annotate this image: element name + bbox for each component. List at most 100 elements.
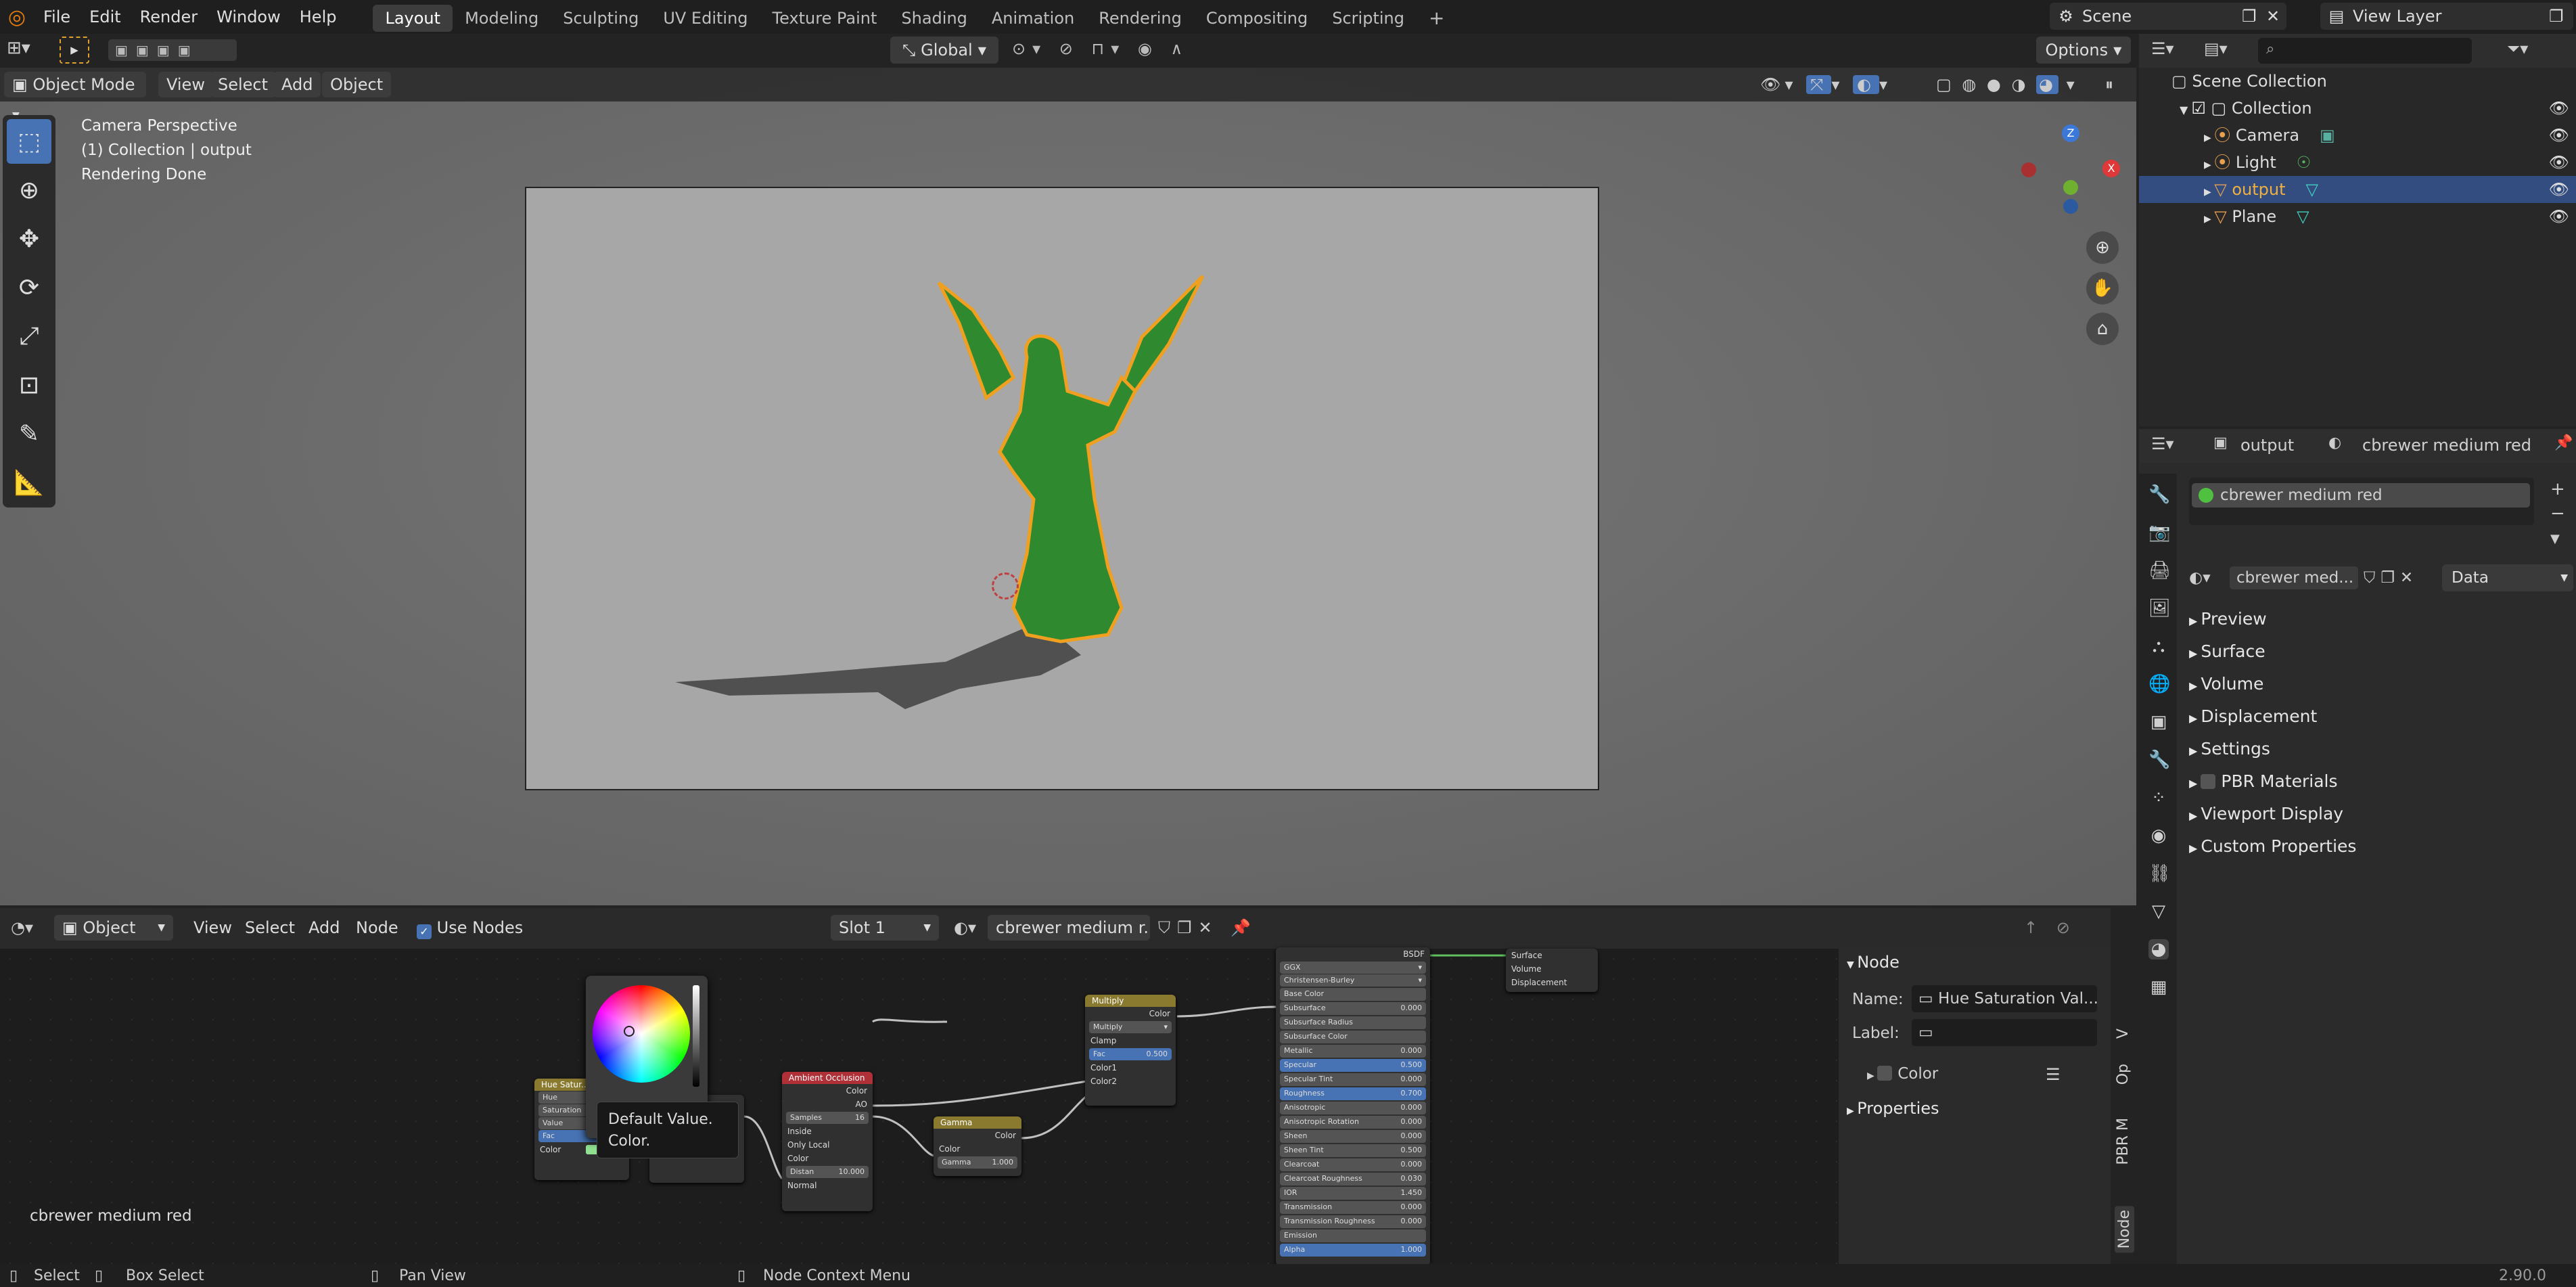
sidebar-tab-op[interactable]: Op	[2115, 1064, 2132, 1085]
output-tab-icon[interactable]: 🖨	[2148, 560, 2171, 581]
ambient-occlusion-node[interactable]: Ambient Occlusion Color AO Samples 16 Ins…	[782, 1072, 873, 1211]
selection-mode-icons[interactable]: ▣▣▣▣	[108, 39, 237, 61]
node-input-color[interactable]: Color	[934, 1142, 1021, 1156]
node-checkbox-inside[interactable]: Inside	[782, 1125, 873, 1138]
node-output-color[interactable]: Color	[782, 1084, 873, 1098]
slot-specials-icon[interactable]: ▼	[2550, 532, 2560, 546]
3d-cursor-icon[interactable]	[992, 572, 1019, 600]
scene-tab-icon[interactable]: ⛬	[2148, 636, 2169, 656]
bsdf-field-transmission[interactable]: Transmission 0.000	[1280, 1201, 1426, 1214]
visibility-icons[interactable]: 👁▾ ⤧ ▾ ◐ ▾	[1752, 72, 1900, 97]
material-output-node[interactable]: Surface Volume Displacement	[1506, 949, 1598, 992]
node-editor-type-icon[interactable]: ◔▾	[3, 915, 41, 941]
tab-modeling[interactable]: Modeling	[453, 5, 551, 32]
node-output-bsdf[interactable]: BSDF	[1276, 947, 1430, 961]
sidebar-tab-node[interactable]: Node	[2115, 1206, 2134, 1253]
expand-right-icon[interactable]: ▶	[2204, 187, 2214, 198]
bsdf-field-subsurface-radius[interactable]: Subsurface Radius	[1280, 1016, 1426, 1029]
bsdf-field-clearcoat-roughness[interactable]: Clearcoat Roughness 0.030	[1280, 1173, 1426, 1186]
slot-dropdown[interactable]: Slot 1 ▼	[831, 915, 939, 941]
bsdf-field-ior[interactable]: IOR 1.450	[1280, 1187, 1426, 1200]
color-wheel[interactable]	[593, 985, 690, 1083]
node-checkbox-only-local[interactable]: Only Local	[782, 1138, 873, 1152]
bsdf-field-emission[interactable]: Emission	[1280, 1229, 1426, 1242]
node-header-right-icons[interactable]: ↑ ⊘ ⊓▾	[2016, 915, 2111, 963]
panel-pbr-materials[interactable]: ▶ PBR Materials	[2189, 771, 2338, 791]
pan-hand-icon[interactable]: ✋	[2086, 272, 2119, 304]
tab-animation[interactable]: Animation	[980, 5, 1086, 32]
blender-logo-icon[interactable]: ◎	[0, 0, 34, 34]
outliner-row-light[interactable]: ▶ ⦿ Light ☉ 👁	[2139, 149, 2576, 176]
options-dropdown[interactable]: Options ▼	[2036, 37, 2131, 64]
menu-select[interactable]: Select	[237, 915, 303, 941]
select-box-tool-icon[interactable]: ⬚	[7, 119, 51, 164]
panel-preview[interactable]: ▶ Preview	[2189, 609, 2267, 629]
eye-icon[interactable]: 👁	[2549, 149, 2569, 176]
transform-tool-icon[interactable]: ⊡	[7, 363, 51, 407]
tool-tab-icon[interactable]: 🔧	[2148, 484, 2170, 505]
color-subpanel[interactable]: ▶ Color	[1867, 1065, 1938, 1083]
outliner-row-output[interactable]: ▶ ▽ output ▽ 👁	[2139, 176, 2576, 203]
eye-icon[interactable]: 👁	[2549, 176, 2569, 203]
panel-viewport-display[interactable]: ▶ Viewport Display	[2189, 804, 2343, 823]
material-datablock[interactable]: ◐▾ cbrewer med... ⛉ ❐ ✕	[2189, 564, 2426, 591]
bsdf-field-metallic[interactable]: Metallic 0.000	[1280, 1045, 1426, 1058]
node-input-color[interactable]: Color	[782, 1152, 873, 1165]
node-input-color1[interactable]: Color1	[1085, 1061, 1176, 1075]
bsdf-field-alpha[interactable]: Alpha 1.000	[1280, 1244, 1426, 1257]
material-tab-icon[interactable]: ◕	[2148, 939, 2169, 959]
menu-object[interactable]: Object	[322, 72, 392, 97]
expand-right-icon[interactable]: ▶	[2204, 160, 2214, 171]
constraints-tab-icon[interactable]: ⛓	[2148, 863, 2171, 884]
tab-shading[interactable]: Shading	[889, 5, 980, 32]
node-output-ao[interactable]: AO	[782, 1098, 873, 1111]
material-browse-icon[interactable]: ◐▾	[2189, 569, 2230, 587]
node-input-volume[interactable]: Volume	[1506, 962, 1598, 976]
list-icon[interactable]: ☰	[2046, 1065, 2061, 1084]
outliner-row-camera[interactable]: ▶ ⦿ Camera ▣ 👁	[2139, 122, 2576, 149]
add-workspace-icon[interactable]: +	[1417, 5, 1456, 32]
modifier-tab-icon[interactable]: 🔧	[2148, 750, 2170, 770]
node-output-color[interactable]: Color	[1085, 1007, 1176, 1020]
slot-remove-icon[interactable]: −	[2550, 503, 2565, 524]
principled-bsdf-node[interactable]: BSDF GGX ▾ Christensen-Burley ▾ Base Color…	[1276, 947, 1430, 1265]
bsdf-field-transmission-roughness[interactable]: Transmission Roughness 0.000	[1280, 1215, 1426, 1228]
bsdf-field-subsurface[interactable]: Subsurface 0.000	[1280, 1002, 1426, 1015]
menu-add[interactable]: Add	[273, 72, 321, 97]
eye-icon[interactable]: 👁	[2549, 95, 2569, 122]
particles-tab-icon[interactable]: ⁘	[2148, 788, 2169, 808]
expand-right-icon[interactable]: ▶	[2204, 214, 2214, 225]
tab-rendering[interactable]: Rendering	[1086, 5, 1194, 32]
outliner-row-scene-collection[interactable]: ▢ Scene Collection	[2139, 68, 2576, 95]
gizmo-neg-z-icon[interactable]	[2063, 199, 2078, 214]
select-tool-icon[interactable]: ▸	[60, 37, 89, 64]
annotate-tool-icon[interactable]: ✎	[7, 411, 51, 456]
node-field-fac[interactable]: Fac 0.500	[1089, 1048, 1172, 1060]
node-material-field[interactable]: cbrewer medium r...	[988, 915, 1150, 941]
node-editor-canvas[interactable]: Hue Satur... Hue Saturation Value Fac Co…	[0, 947, 1839, 1265]
data-tab-icon[interactable]: ▽	[2148, 901, 2169, 922]
tab-texture-paint[interactable]: Texture Paint	[760, 5, 890, 32]
menu-file[interactable]: File	[34, 0, 80, 34]
menu-add[interactable]: Add	[300, 915, 348, 941]
material-slot-item[interactable]: cbrewer medium red	[2192, 483, 2530, 507]
texture-tab-icon[interactable]: ▦	[2148, 977, 2169, 997]
sidebar-tab-pbr[interactable]: PBR M	[2115, 1118, 2132, 1165]
rendered-statue[interactable]	[526, 188, 1601, 792]
display-mode-icon[interactable]: ▤▾	[2204, 39, 2228, 58]
object-mode-dropdown[interactable]: ▣ Object Mode ▼	[4, 72, 146, 121]
multiply-node[interactable]: Multiply Color Multiply ▾ Clamp Fac 0.500 …	[1085, 995, 1176, 1106]
node-field-distance[interactable]: Distan 10.000	[786, 1166, 869, 1178]
gizmo-x-icon[interactable]: X	[2102, 160, 2120, 177]
search-input[interactable]: ⌕	[2258, 38, 2472, 64]
camera-view-icon[interactable]: ⌂	[2086, 313, 2119, 345]
gizmo-y-icon[interactable]	[2063, 180, 2078, 195]
bsdf-field-anisotropic[interactable]: Anisotropic 0.000	[1280, 1102, 1426, 1114]
panel-surface[interactable]: ▶ Surface	[2189, 641, 2266, 661]
tab-compositing[interactable]: Compositing	[1194, 5, 1320, 32]
node-section-header[interactable]: ▼ Node	[1847, 953, 1900, 972]
panel-settings[interactable]: ▶ Settings	[2189, 739, 2270, 759]
checkbox-icon[interactable]	[2201, 774, 2216, 789]
bsdf-field-base-color[interactable]: Base Color	[1280, 988, 1426, 1001]
checkbox-icon[interactable]	[1877, 1066, 1893, 1081]
